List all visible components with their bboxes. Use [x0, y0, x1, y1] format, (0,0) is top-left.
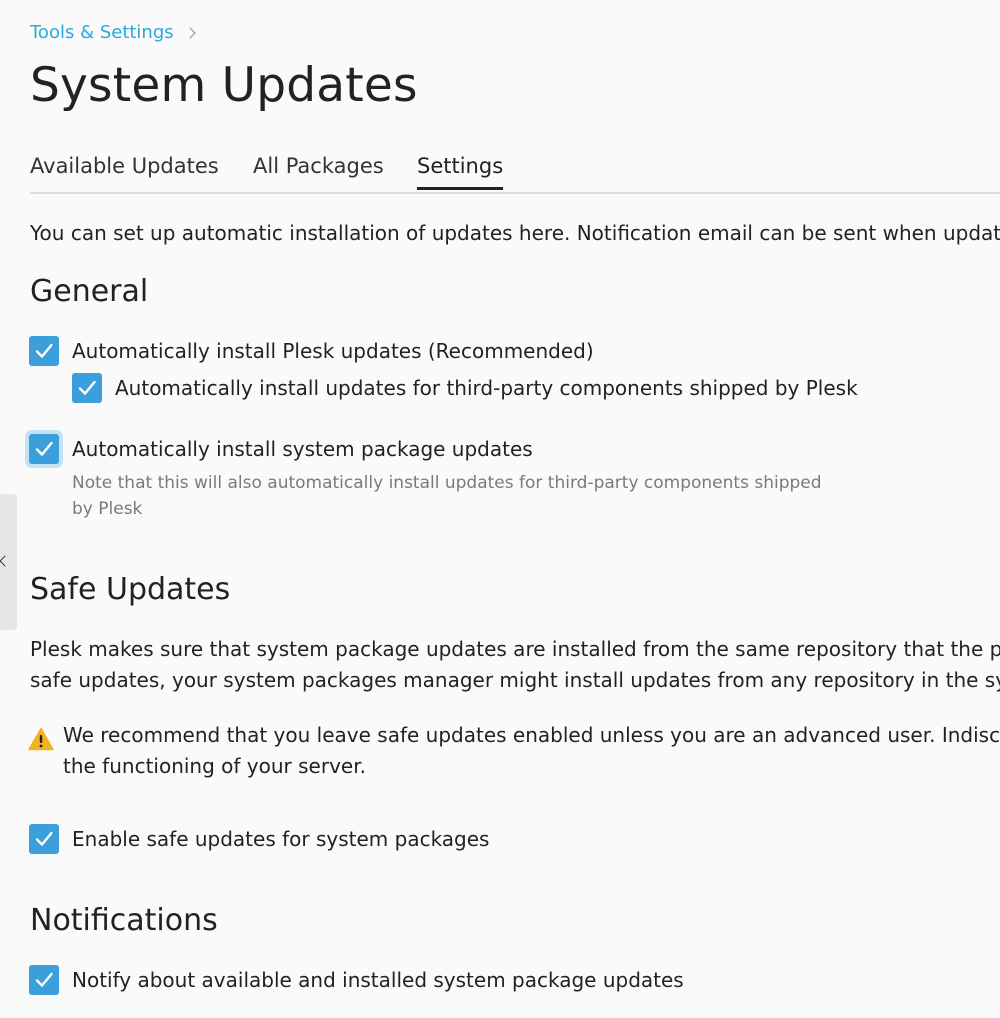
enable-safe-updates-option: Enable safe updates for system packages [29, 824, 489, 854]
warning-icon [28, 727, 54, 755]
breadcrumb-link-tools-settings[interactable]: Tools & Settings [30, 22, 174, 43]
check-icon [35, 972, 53, 987]
tab-available-updates[interactable]: Available Updates [30, 154, 219, 187]
page-title: System Updates [30, 58, 418, 113]
enable-safe-updates-checkbox[interactable] [29, 824, 59, 854]
check-icon [35, 343, 53, 358]
section-title-general: General [30, 274, 149, 309]
auto-third-party-checkbox[interactable] [72, 373, 102, 403]
auto-plesk-updates-checkbox[interactable] [29, 336, 59, 366]
safe-updates-description-line-1: Plesk makes sure that system package upd… [30, 637, 1000, 661]
section-title-notifications: Notifications [30, 903, 218, 938]
intro-text: You can set up automatic installation of… [30, 221, 1000, 245]
chevron-left-icon [0, 555, 11, 567]
safe-updates-warning-line-1: We recommend that you leave safe updates… [63, 723, 1000, 747]
auto-third-party-label[interactable]: Automatically install updates for third-… [115, 376, 858, 400]
auto-system-packages-hint: Note that this will also automatically i… [72, 473, 822, 519]
tab-bar: Available Updates All Packages Settings [30, 154, 1000, 194]
auto-system-packages-label[interactable]: Automatically install system package upd… [72, 437, 533, 461]
auto-plesk-updates-label[interactable]: Automatically install Plesk updates (Rec… [72, 339, 594, 363]
enable-safe-updates-label[interactable]: Enable safe updates for system packages [72, 827, 489, 851]
chevron-right-icon [183, 26, 196, 39]
check-icon [78, 380, 96, 395]
tab-settings[interactable]: Settings [417, 154, 504, 190]
check-icon [35, 831, 53, 846]
safe-updates-warning-line-2: the functioning of your server. [63, 754, 366, 778]
auto-system-packages-option: Automatically install system package upd… [29, 434, 533, 464]
safe-updates-description-line-2: safe updates, your system packages manag… [30, 668, 1000, 692]
section-title-safe-updates: Safe Updates [30, 572, 231, 607]
auto-third-party-option: Automatically install updates for third-… [72, 373, 858, 403]
notify-updates-checkbox[interactable] [29, 965, 59, 995]
auto-system-packages-checkbox[interactable] [29, 434, 59, 464]
notify-updates-option: Notify about available and installed sys… [29, 965, 684, 995]
auto-plesk-updates-option: Automatically install Plesk updates (Rec… [29, 336, 594, 366]
page: Tools & Settings System Updates Availabl… [0, 0, 1000, 1018]
check-icon [35, 441, 53, 456]
breadcrumb: Tools & Settings [30, 22, 196, 43]
sidebar-toggle-button[interactable] [0, 494, 17, 630]
notify-updates-label[interactable]: Notify about available and installed sys… [72, 968, 684, 992]
tab-all-packages[interactable]: All Packages [253, 154, 384, 187]
